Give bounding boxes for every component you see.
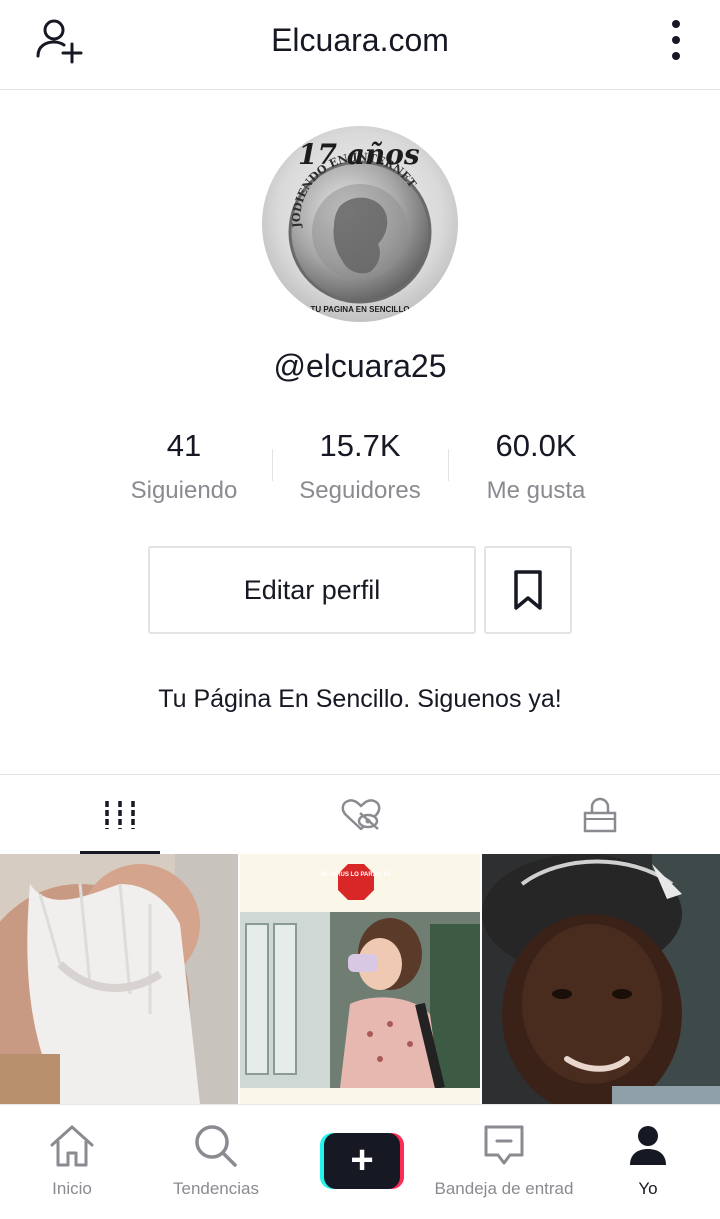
avatar-bottom-text: TU PAGINA EN SENCILLO	[310, 305, 409, 314]
video-thumbnail[interactable]: EL VIRUS LO PARAS TÚ	[240, 854, 480, 1104]
likes-label: Me gusta	[486, 477, 586, 504]
avatar[interactable]: JODIENDO EN INTERNET 17 años TU PAGINA E…	[262, 126, 458, 322]
following-label: Siguiendo	[130, 477, 238, 504]
top-bar: Elcuara.com	[0, 0, 720, 90]
following-stat[interactable]: 41 Siguiendo	[96, 425, 272, 505]
create-video-button[interactable]: +	[320, 1133, 404, 1189]
profile-stats: 41 Siguiendo 15.7K Seguidores 60.0K Me g…	[96, 425, 624, 515]
tab-videos[interactable]	[0, 775, 240, 855]
inbox-icon	[484, 1125, 524, 1165]
nav-inbox-label: Bandeja de entrad	[434, 1179, 574, 1198]
nav-inbox[interactable]: Bandeja de entrad	[424, 1105, 584, 1219]
bottom-nav: Inicio Tendencias + Bandeja de entrad Yo	[0, 1104, 720, 1219]
followers-label: Seguidores	[299, 477, 421, 504]
search-icon	[195, 1125, 237, 1167]
bookmark-icon	[514, 570, 542, 610]
tab-private[interactable]	[480, 775, 720, 855]
nav-trends[interactable]: Tendencias	[156, 1105, 276, 1219]
likes-count: 60.0K	[495, 428, 577, 463]
followers-stat[interactable]: 15.7K Seguidores	[272, 425, 448, 505]
likes-stat[interactable]: 60.0K Me gusta	[448, 425, 624, 505]
videos-grid-icon	[105, 801, 135, 829]
plus-icon: +	[350, 1138, 374, 1182]
followers-count: 15.7K	[319, 428, 401, 463]
nav-me[interactable]: Yo	[608, 1105, 688, 1219]
video-thumbnail[interactable]	[0, 854, 238, 1104]
nav-home-label: Inicio	[52, 1179, 92, 1198]
content-tabs	[0, 774, 720, 855]
nav-trends-label: Tendencias	[172, 1179, 259, 1198]
following-count: 41	[166, 428, 202, 463]
nav-create[interactable]: +	[312, 1105, 408, 1219]
edit-profile-button[interactable]: Editar perfil	[148, 546, 476, 634]
liked-hidden-icon	[341, 799, 381, 831]
nav-me-label: Yo	[638, 1179, 658, 1198]
video-grid: EL VIRUS LO PARAS TÚ	[0, 854, 720, 1104]
home-icon	[50, 1125, 94, 1167]
vertical-dots-icon[interactable]	[666, 18, 686, 62]
page-title: Elcuara.com	[271, 22, 449, 58]
video-thumbnail[interactable]	[482, 854, 720, 1104]
profile-bio: Tu Página En Sencillo. Siguenos ya!	[158, 685, 562, 713]
profile-handle: @elcuara25	[273, 348, 447, 384]
bookmark-button[interactable]	[484, 546, 572, 634]
avatar-top-text: 17 años	[298, 138, 420, 171]
video-sign-text: EL VIRUS LO PARAS TÚ	[321, 871, 390, 878]
tab-liked[interactable]	[240, 775, 480, 855]
profile-icon	[630, 1126, 666, 1165]
nav-home[interactable]: Inicio	[22, 1105, 122, 1219]
lock-icon	[583, 797, 617, 833]
